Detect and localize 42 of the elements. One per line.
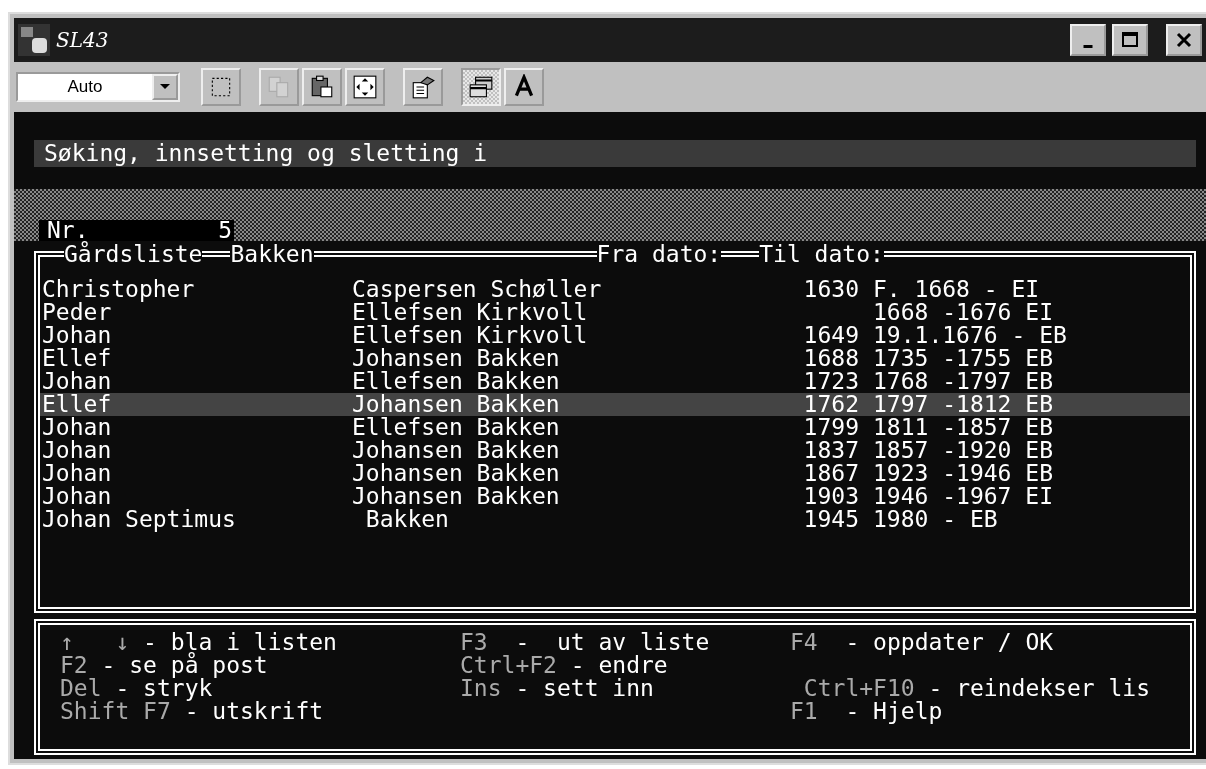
- minimize-button[interactable]: [1070, 24, 1106, 56]
- key-hint: F1 - Hjelp: [790, 700, 944, 723]
- key-hint: F2 - se på post: [60, 654, 269, 677]
- list-row[interactable]: Johan Septimus Bakken 1945 1980 - EB: [40, 508, 1190, 531]
- close-icon: [1175, 31, 1193, 49]
- list-row[interactable]: Johan Ellefsen Bakken 1799 1811 -1857 EB: [40, 416, 1190, 439]
- window-title: SL43: [56, 28, 110, 52]
- background-icon: [468, 74, 494, 100]
- list-row[interactable]: Christopher Caspersen Schøller 1630 F. 1668 - EI: [40, 278, 1190, 301]
- record-number-field: Nr. 5: [39, 220, 234, 241]
- key-hint: Shift F7 - utskrift: [60, 700, 325, 723]
- screen-heading: Søking, innsetting og sletting i: [34, 140, 1196, 167]
- fullscreen-button[interactable]: [345, 68, 385, 106]
- fullscreen-icon: [352, 74, 378, 100]
- list-row[interactable]: Peder Ellefsen Kirkvoll 1668 -1676 EI: [40, 301, 1190, 324]
- minimize-icon: [1083, 44, 1093, 48]
- background-button[interactable]: [461, 68, 501, 106]
- caret-icon: [160, 84, 170, 90]
- mark-button[interactable]: [201, 68, 241, 106]
- app-icon: [18, 24, 50, 56]
- key-hint: F4 - oppdater / OK: [790, 631, 1055, 654]
- key-hint: Ctrl+F10 - reindekser lis: [802, 677, 1152, 700]
- properties-button[interactable]: [403, 68, 443, 106]
- key-hint: Ins - sett inn: [460, 677, 655, 700]
- paste-button[interactable]: [302, 68, 342, 106]
- list-row[interactable]: Johan Johansen Bakken 1903 1946 -1967 EI: [40, 485, 1190, 508]
- close-button[interactable]: [1166, 24, 1202, 56]
- font-button[interactable]: [504, 68, 544, 106]
- maximize-icon: [1121, 31, 1139, 49]
- list-row[interactable]: Ellef Johansen Bakken 1762 1797 -1812 EB: [40, 393, 1190, 416]
- key-hint: Ctrl+F2 - endre: [460, 654, 669, 677]
- list-row[interactable]: Johan Ellefsen Bakken 1723 1768 -1797 EB: [40, 370, 1190, 393]
- key-hint: F3 - ut av liste: [460, 631, 711, 654]
- list-row[interactable]: Johan Johansen Bakken 1867 1923 -1946 EB: [40, 462, 1190, 485]
- list-row[interactable]: Johan Johansen Bakken 1837 1857 -1920 EB: [40, 439, 1190, 462]
- paste-icon: [309, 74, 335, 100]
- key-hint: Del - stryk: [60, 677, 214, 700]
- list-row[interactable]: Ellef Johansen Bakken 1688 1735 -1755 EB: [40, 347, 1190, 370]
- font-size-dropdown[interactable]: Auto: [16, 72, 180, 102]
- list-row[interactable]: Johan Ellefsen Kirkvoll 1649 19.1.1676 - EB: [40, 324, 1190, 347]
- maximize-button[interactable]: [1112, 24, 1148, 56]
- properties-icon: [410, 74, 436, 100]
